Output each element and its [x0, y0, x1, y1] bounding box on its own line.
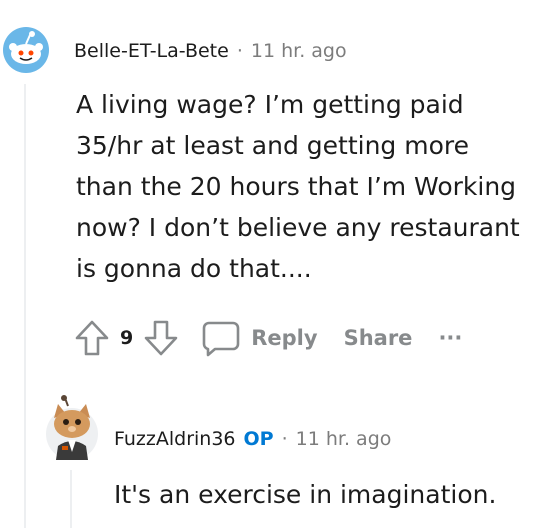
comment-body-line: is gonna do that....	[76, 254, 312, 283]
reply-button[interactable]: Reply	[251, 326, 317, 350]
comment-body-line: A living wage? I’m getting paid	[76, 90, 464, 119]
more-icon[interactable]: ···	[438, 326, 462, 350]
thread-line-child[interactable]	[70, 470, 72, 528]
comment-icon[interactable]	[201, 319, 241, 357]
comment-body-line: than the 20 hours that I’m Working	[76, 172, 517, 201]
op-badge: OP	[243, 428, 274, 450]
snoo-avatar[interactable]	[2, 26, 50, 78]
username[interactable]: Belle-ET-La-Bete	[74, 40, 229, 62]
comment-header: FuzzAldrin36 OP · 11 hr. ago	[114, 424, 391, 454]
timestamp[interactable]: 11 hr. ago	[296, 428, 392, 450]
downvote-icon[interactable]	[143, 319, 179, 357]
thread-line-parent[interactable]	[24, 84, 26, 528]
cat-avatar-icon	[46, 395, 98, 460]
snoo-avatar-icon	[3, 27, 49, 73]
username[interactable]: FuzzAldrin36	[114, 428, 236, 450]
timestamp[interactable]: 11 hr. ago	[251, 40, 347, 62]
comment-header: Belle-ET-La-Bete · 11 hr. ago	[74, 36, 347, 66]
meta-separator: ·	[281, 428, 288, 450]
vote-count: 9	[120, 327, 134, 349]
comment-body-line: now? I don’t believe any restaurant	[76, 213, 520, 242]
meta-separator: ·	[236, 40, 243, 62]
share-button[interactable]: Share	[344, 326, 413, 350]
comment-actions: 9 Reply Share ···	[74, 318, 462, 358]
upvote-icon[interactable]	[74, 319, 110, 357]
cat-avatar[interactable]	[44, 394, 100, 468]
comment-body: It's an exercise in imagination.	[114, 480, 497, 509]
comment-body: A living wage? I’m getting paid 35/hr at…	[76, 84, 520, 289]
comment-body-line: 35/hr at least and getting more	[76, 131, 469, 160]
